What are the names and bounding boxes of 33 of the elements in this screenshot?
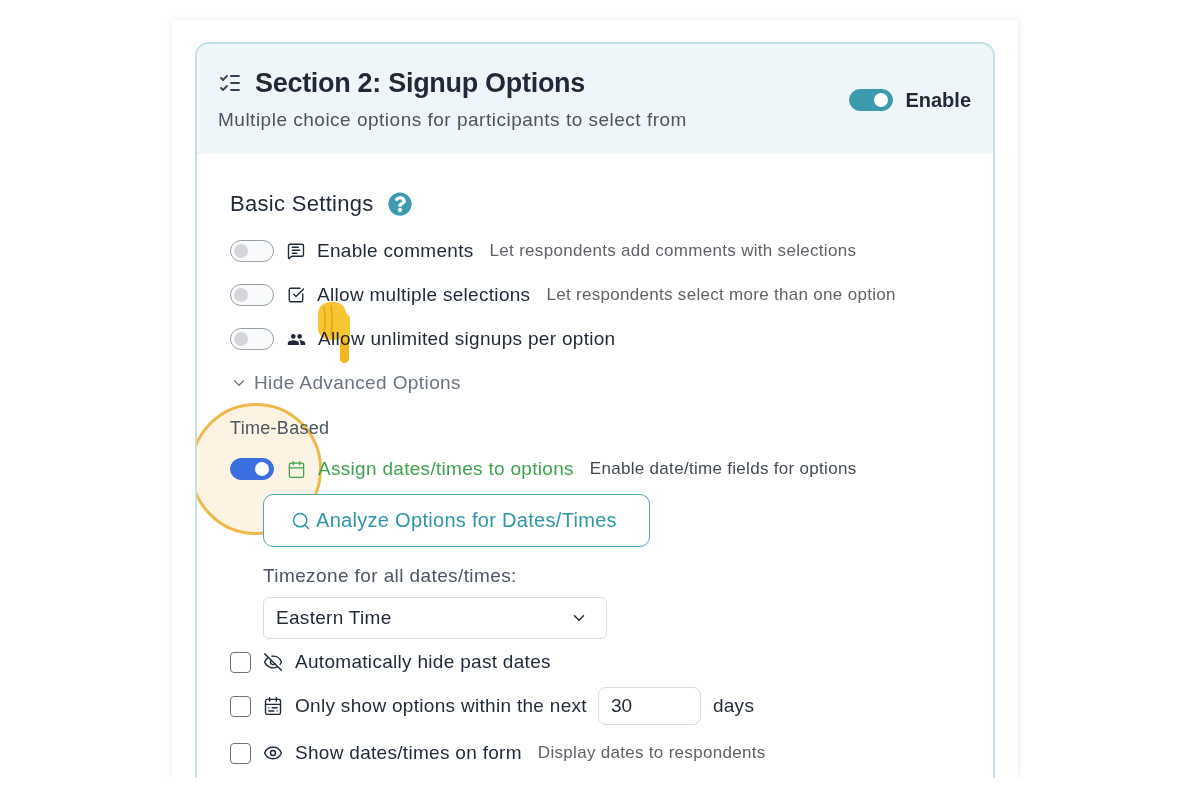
advanced-options-toggle[interactable]: Hide Advanced Options bbox=[230, 361, 461, 405]
days-input[interactable]: 30 bbox=[597, 687, 701, 725]
section-subtitle: Multiple choice options for participants to select from bbox=[218, 108, 687, 132]
setting-toggle[interactable] bbox=[230, 240, 274, 262]
checkbox-icon bbox=[287, 286, 305, 304]
setting-label: Enable comments bbox=[317, 240, 474, 262]
comment-icon bbox=[287, 242, 305, 260]
days-unit: days bbox=[712, 695, 755, 717]
help-icon[interactable] bbox=[387, 192, 412, 216]
option-label: Show dates/times on form bbox=[295, 742, 522, 764]
setting-description: Let respondents select more than one option bbox=[546, 285, 896, 305]
eye-off-icon bbox=[263, 652, 283, 672]
option-label: Only show options within the next bbox=[295, 695, 587, 717]
calendar-icon bbox=[263, 696, 283, 716]
setting-toggle[interactable] bbox=[230, 328, 274, 350]
assign-toggle[interactable] bbox=[230, 458, 274, 480]
setting-toggle[interactable] bbox=[230, 284, 274, 306]
timezone-select[interactable]: Eastern Time bbox=[263, 597, 607, 639]
checkbox[interactable] bbox=[230, 742, 251, 764]
section-title: Section 2: Signup Options bbox=[255, 67, 585, 100]
checkbox[interactable] bbox=[230, 651, 251, 673]
option-description: Display dates to respondents bbox=[537, 743, 766, 763]
setting-description: Enable date/time fields for options bbox=[589, 459, 857, 479]
option-label: Automatically hide past dates bbox=[295, 651, 551, 673]
setting-label: Allow multiple selections bbox=[317, 284, 531, 306]
timezone-label: Timezone for all dates/times: bbox=[263, 564, 517, 588]
basic-settings-title: Basic Settings bbox=[230, 191, 374, 217]
checkbox[interactable] bbox=[230, 695, 251, 717]
calendar-icon bbox=[287, 459, 306, 479]
setting-description: Let respondents add comments with selections bbox=[489, 241, 857, 261]
enable-toggle[interactable] bbox=[849, 89, 894, 111]
search-icon bbox=[291, 510, 311, 531]
enable-label: Enable bbox=[905, 88, 971, 112]
